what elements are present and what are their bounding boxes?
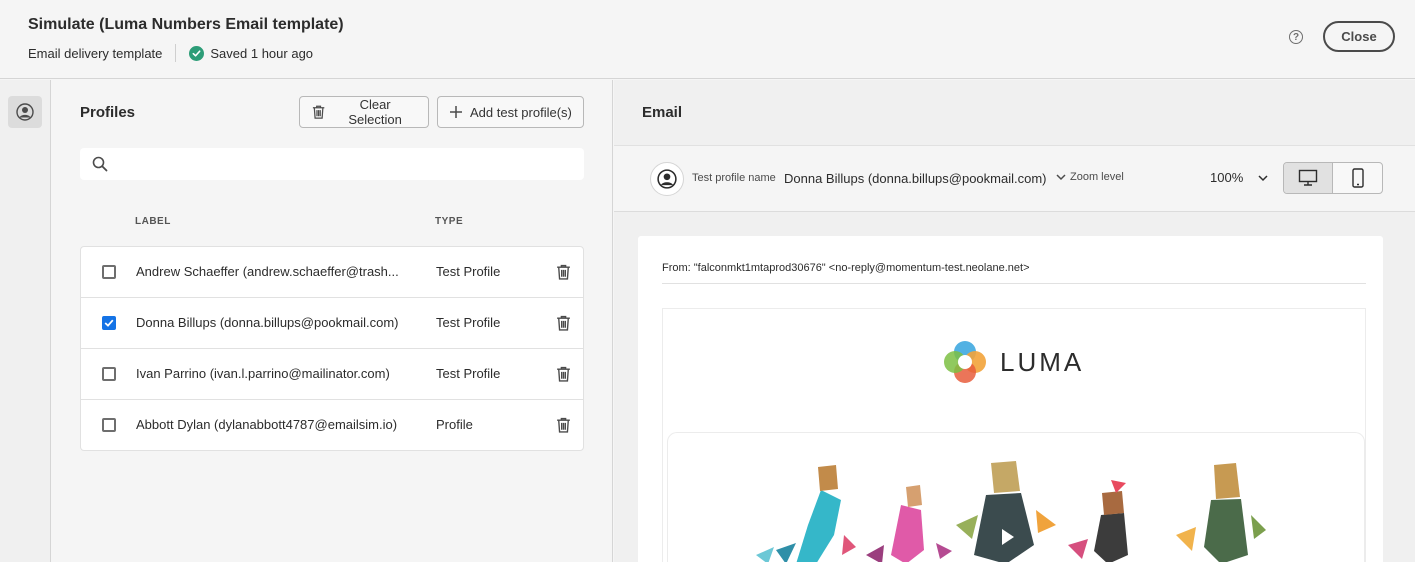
zoom-level-label: Zoom level [1070, 171, 1124, 183]
zoom-value: 100% [1210, 170, 1244, 185]
test-profile-value[interactable]: Donna Billups (donna.billups@pookmail.co… [784, 171, 1047, 186]
row-checkbox[interactable] [102, 316, 116, 330]
trash-icon[interactable] [555, 416, 572, 434]
page-title: Simulate (Luma Numbers Email template) [28, 16, 344, 33]
add-test-profile-button[interactable]: Add test profile(s) [437, 96, 584, 128]
help-icon[interactable]: ? [1289, 30, 1303, 44]
test-profile-bar: Test profile name Donna Billups (donna.b… [614, 145, 1415, 212]
luma-logo-icon [944, 341, 986, 383]
trash-icon [312, 105, 325, 119]
divider [175, 44, 177, 62]
left-rail [0, 80, 51, 562]
row-label: Abbott Dylan (dylanabbott4787@emailsim.i… [136, 417, 398, 432]
close-button[interactable]: Close [1323, 21, 1395, 52]
email-preview: From: "falconmkt1mtaprod30676" <no-reply… [638, 236, 1383, 562]
mobile-icon [1351, 168, 1364, 188]
search-input[interactable] [116, 148, 576, 180]
zoom-dropdown[interactable]: 100% [1210, 170, 1269, 185]
add-test-profile-label: Add test profile(s) [470, 104, 572, 120]
check-circle-icon [189, 45, 205, 61]
saved-status: Saved 1 hour ago [189, 45, 314, 61]
search-box[interactable] [80, 148, 584, 180]
email-panel: Email Test profile name Donna Billups (d… [614, 80, 1415, 562]
trash-icon[interactable] [555, 365, 572, 383]
profiles-title: Profiles [80, 104, 136, 121]
row-type: Profile [436, 417, 473, 432]
desktop-icon [1298, 169, 1318, 186]
trash-icon[interactable] [555, 314, 572, 332]
row-label: Ivan Parrino (ivan.l.parrino@mailinator.… [136, 366, 390, 381]
column-header-label[interactable]: LABEL [135, 216, 171, 227]
device-toggle [1283, 162, 1383, 194]
avatar [650, 162, 684, 196]
header: Simulate (Luma Numbers Email template) E… [0, 0, 1415, 79]
trash-icon[interactable] [555, 263, 572, 281]
table-row[interactable]: Donna Billups (donna.billups@pookmail.co… [81, 298, 583, 349]
logo-text: LUMA [1000, 346, 1085, 377]
email-body: LUMA [662, 308, 1366, 562]
row-type: Test Profile [436, 264, 501, 279]
row-type: Test Profile [436, 315, 501, 330]
clear-selection-button[interactable]: Clear Selection [299, 96, 429, 128]
search-icon [92, 156, 108, 172]
clear-selection-label: Clear Selection [348, 97, 402, 127]
zoom-level-toggle[interactable]: Zoom level [1055, 171, 1124, 183]
table-row[interactable]: Andrew Schaeffer (andrew.schaeffer@trash… [81, 247, 583, 298]
subtitle-row: Email delivery template Saved 1 hour ago [28, 44, 313, 62]
row-label: Andrew Schaeffer (andrew.schaeffer@trash… [136, 264, 399, 279]
row-type: Test Profile [436, 366, 501, 381]
athletes-illustration [756, 461, 1266, 562]
user-circle-icon [657, 169, 677, 189]
table-row[interactable]: Ivan Parrino (ivan.l.parrino@mailinator.… [81, 349, 583, 400]
mobile-view-button[interactable] [1333, 163, 1382, 193]
profiles-panel: Profiles Clear Selection Add test profil… [52, 80, 613, 562]
row-label: Donna Billups (donna.billups@pookmail.co… [136, 315, 399, 330]
from-line: From: "falconmkt1mtaprod30676" <no-reply… [662, 262, 1366, 284]
hero-card [667, 432, 1365, 562]
column-header-type[interactable]: TYPE [435, 216, 463, 227]
test-profile-label: Test profile name [692, 172, 776, 184]
chevron-down-icon [1258, 174, 1268, 181]
row-checkbox[interactable] [102, 265, 116, 279]
saved-status-text: Saved 1 hour ago [210, 45, 314, 61]
profiles-table: Andrew Schaeffer (andrew.schaeffer@trash… [80, 246, 584, 451]
template-type: Email delivery template [28, 45, 163, 61]
user-circle-icon [16, 103, 34, 121]
chevron-down-icon [1056, 174, 1066, 181]
email-title: Email [642, 104, 683, 121]
row-checkbox[interactable] [102, 418, 116, 432]
table-row[interactable]: Abbott Dylan (dylanabbott4787@emailsim.i… [81, 400, 583, 451]
plus-icon [450, 106, 462, 118]
luma-logo: LUMA [942, 339, 1084, 385]
row-checkbox[interactable] [102, 367, 116, 381]
check-icon [104, 319, 114, 327]
profiles-rail-button[interactable] [8, 96, 42, 128]
desktop-view-button[interactable] [1284, 163, 1334, 193]
